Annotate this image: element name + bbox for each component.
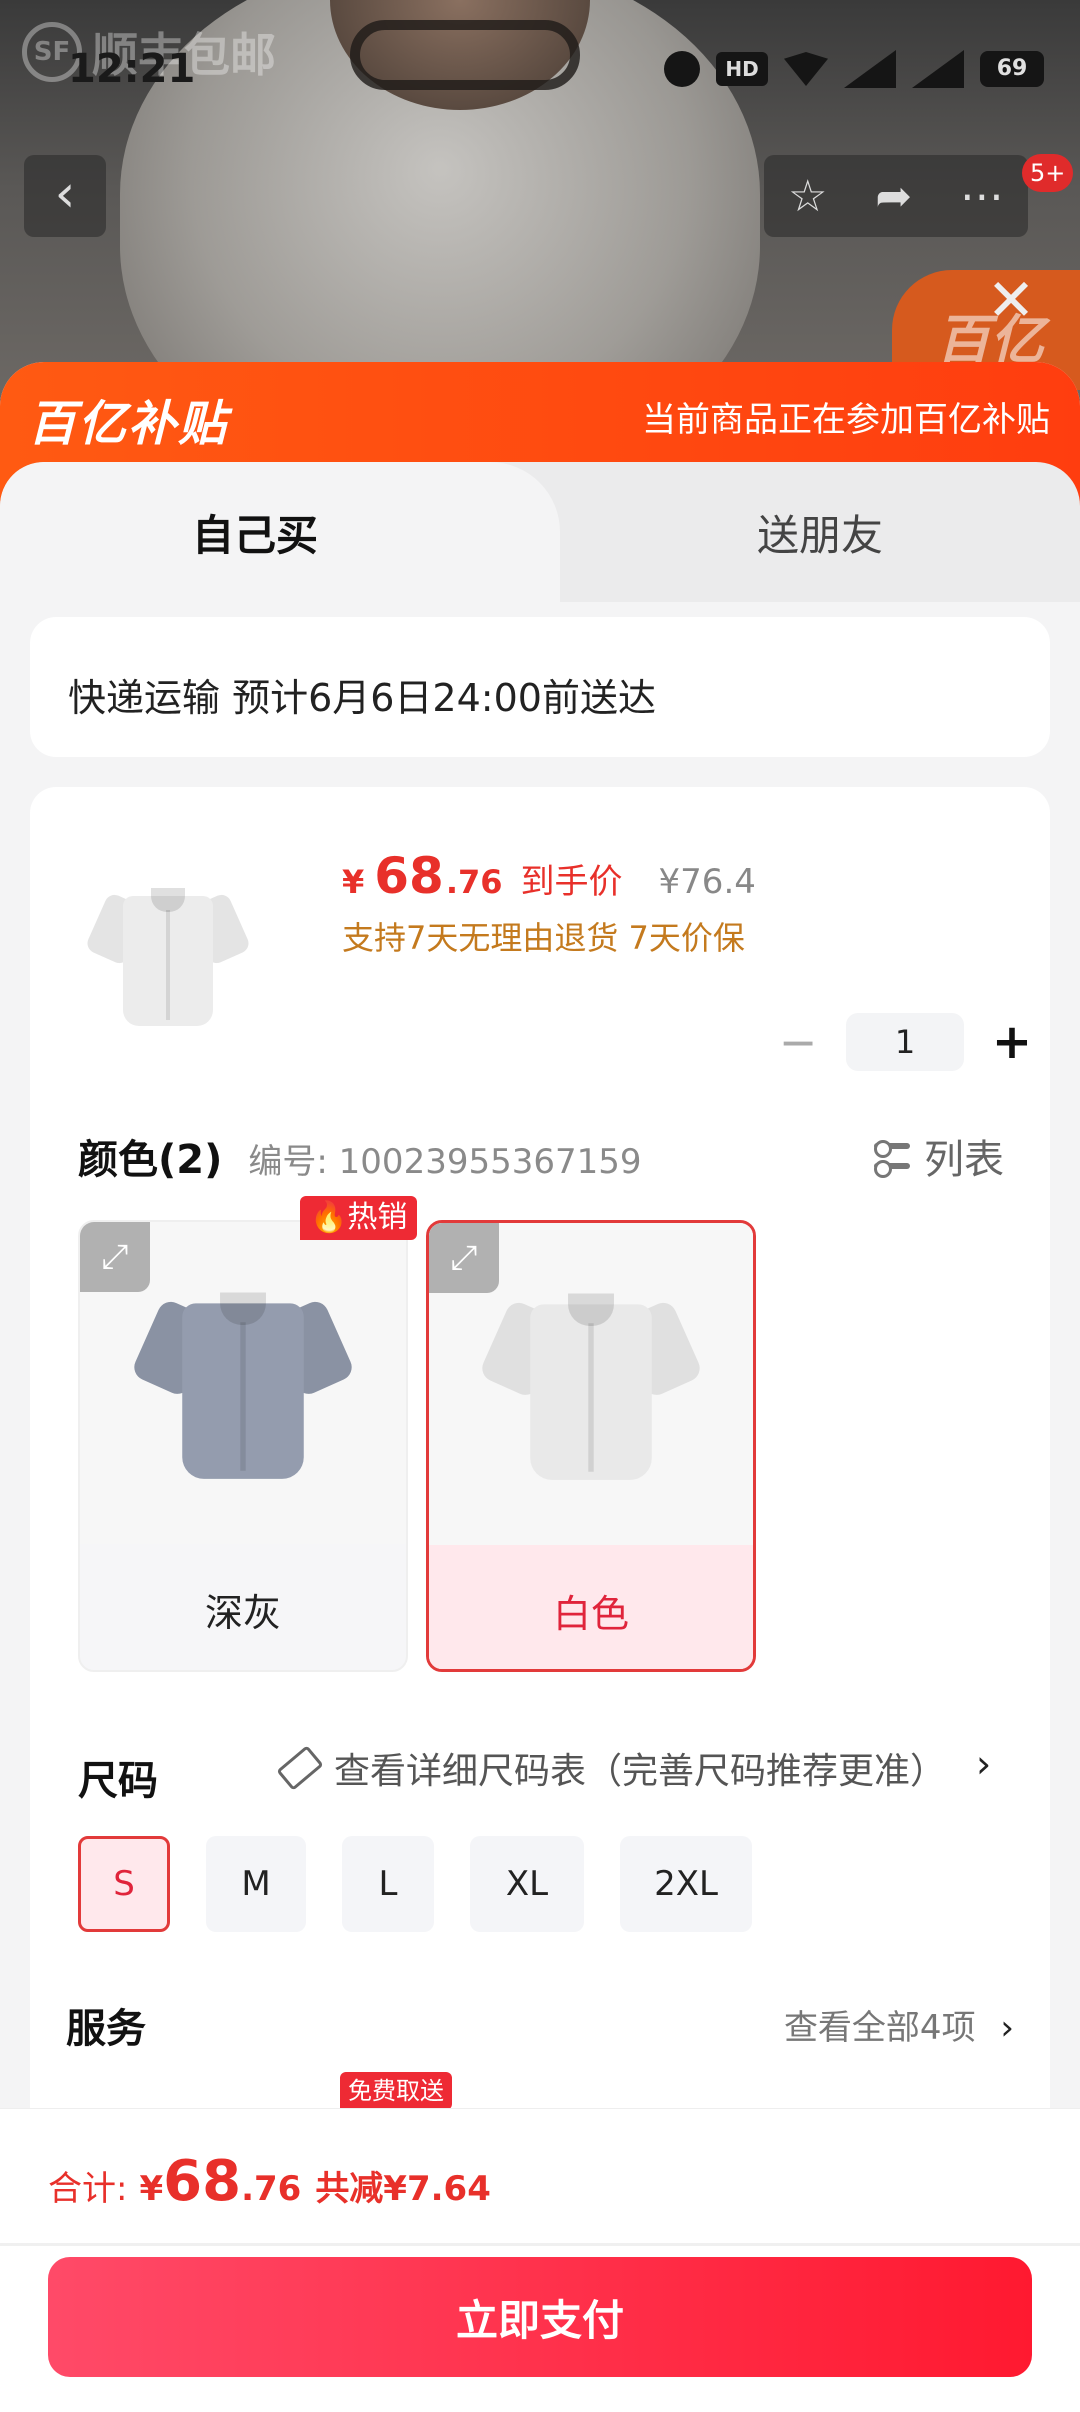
total-label: 合计: <box>48 2169 128 2209</box>
quantity-plus-button[interactable]: + <box>984 1014 1040 1070</box>
purchase-tabs: 自己买 送朋友 <box>0 462 1080 602</box>
delivery-estimate: 快递运输 预计6月6日24:00前送达 <box>68 676 656 720</box>
service-more-text: 查看全部4项 <box>783 2008 976 2048</box>
alarm-icon <box>664 51 700 87</box>
product-thumbnail <box>80 867 256 1043</box>
subsidy-logo: 百亿补贴 <box>28 396 229 452</box>
color-option-dark-gray[interactable]: ⤢ 深灰 <box>78 1220 408 1672</box>
nav-actions: ☆ ➦ ⋯ <box>764 155 1028 237</box>
subsidy-banner-text: 当前商品正在参加百亿补贴 <box>642 400 1050 440</box>
hd-icon: HD <box>716 52 768 86</box>
color-option-label: 深灰 <box>204 1590 281 1635</box>
price-decimal: .76 <box>445 863 503 901</box>
color-title: 颜色(2) <box>78 1137 223 1183</box>
total-decimal: .76 <box>241 2169 302 2209</box>
service-promise: 支持7天无理由退货 7天价保 <box>342 919 745 957</box>
free-pickup-tag: 免费取送 <box>340 2072 452 2110</box>
service-more-link[interactable]: 查看全部4项 › <box>784 2000 1014 2049</box>
size-title: 尺码 <box>78 1758 158 1804</box>
tab-buy-self[interactable]: 自己买 <box>0 462 560 602</box>
color-option-white[interactable]: ⤢ 白色 <box>426 1220 756 1672</box>
pay-now-button[interactable]: 立即支付 <box>48 2257 1032 2377</box>
share-icon[interactable]: ➦ <box>875 171 912 222</box>
price-symbol: ¥ <box>342 863 365 901</box>
status-time: 12:21 <box>68 46 196 92</box>
size-guide-text: 查看详细尺码表（完善尺码推荐更准） <box>334 1751 947 1792</box>
original-price: ¥76.4 <box>658 862 756 902</box>
ruler-icon <box>276 1745 324 1791</box>
signal-icon <box>844 50 896 88</box>
message-badge: 5+ <box>1022 154 1074 192</box>
total-saving: 共减¥7.64 <box>315 2169 491 2209</box>
list-view-toggle[interactable]: 列表 <box>874 1127 1004 1185</box>
size-option-2xl[interactable]: 2XL <box>620 1836 752 1932</box>
quantity-input[interactable]: 1 <box>846 1013 964 1071</box>
close-icon[interactable]: ✕ <box>978 270 1044 336</box>
chevron-right-icon: › <box>976 1742 992 1786</box>
service-title: 服务 <box>66 2006 146 2052</box>
status-bar: 12:21 HD 69 <box>0 0 1080 140</box>
size-option-l[interactable]: L <box>342 1836 434 1932</box>
total-symbol: ¥ <box>139 2169 164 2209</box>
expand-icon[interactable]: ⤢ <box>80 1222 150 1292</box>
shirt-white-icon <box>477 1283 705 1486</box>
delivery-card[interactable]: 快递运输 预计6月6日24:00前送达 <box>30 617 1050 757</box>
hot-sale-tag: 🔥热销 <box>300 1196 418 1240</box>
total-integer: 68 <box>163 2149 242 2214</box>
quantity-minus-button[interactable]: − <box>770 1015 826 1069</box>
chevron-left-icon: ‹ <box>54 164 76 224</box>
back-button[interactable]: ‹ <box>24 155 106 237</box>
chevron-right-icon: › <box>1000 2008 1014 2048</box>
divider <box>0 2243 1080 2246</box>
expand-icon[interactable]: ⤢ <box>429 1223 499 1293</box>
wifi-icon <box>784 52 828 86</box>
star-icon[interactable]: ☆ <box>788 171 827 222</box>
color-option-label: 白色 <box>429 1545 753 1669</box>
size-option-m[interactable]: M <box>206 1836 306 1932</box>
list-toggle-label: 列表 <box>924 1137 1004 1183</box>
size-options: S M L XL 2XL <box>78 1836 752 1932</box>
signal-icon-2 <box>912 50 964 88</box>
status-icons: HD 69 <box>664 50 1044 88</box>
color-header: 颜色(2) 编号: 10023955367159 <box>78 1127 642 1185</box>
price-label: 到手价 <box>520 862 623 902</box>
size-option-s[interactable]: S <box>78 1836 170 1932</box>
tab-gift-friend[interactable]: 送朋友 <box>560 462 1080 602</box>
shirt-dark-gray-icon <box>129 1282 357 1485</box>
price-row: ¥ 68 .76 到手价 ¥76.4 <box>342 847 756 905</box>
battery-icon: 69 <box>980 51 1044 87</box>
quantity-stepper: − 1 + <box>770 1012 1040 1072</box>
list-icon <box>874 1137 910 1178</box>
order-total: 合计: ¥ 68 .76 共减¥7.64 <box>48 2149 491 2214</box>
size-guide-link[interactable]: 查看详细尺码表（完善尺码推荐更准） <box>276 1742 947 1794</box>
more-icon[interactable]: ⋯ <box>960 171 1004 222</box>
price-integer: 68 <box>374 847 444 905</box>
size-option-xl[interactable]: XL <box>470 1836 584 1932</box>
product-code: 编号: 10023955367159 <box>248 1142 642 1182</box>
checkout-bar: 合计: ¥ 68 .76 共减¥7.64 立即支付 <box>0 2108 1080 2412</box>
shirt-thumbnail-icon <box>84 880 252 1030</box>
